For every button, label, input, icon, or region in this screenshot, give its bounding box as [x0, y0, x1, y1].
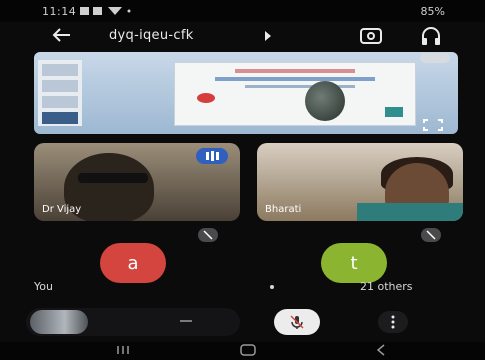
audio-level-icon: [196, 148, 228, 164]
muted-mic-icon: [421, 228, 441, 242]
slide-thumbnails: [38, 60, 82, 126]
participant-tile[interactable]: Bharati: [257, 143, 463, 221]
meeting-app-bar: dyq-iqeu-cfk: [0, 22, 485, 50]
switch-camera-icon[interactable]: [360, 26, 382, 44]
avatar-others: t: [321, 243, 387, 283]
self-view-preview[interactable]: [26, 308, 240, 336]
headphones-icon[interactable]: [420, 26, 442, 46]
battery-percent: 85%: [420, 5, 445, 18]
notification-icons: [80, 7, 131, 15]
status-time: 11:14: [42, 5, 77, 18]
nav-back-icon[interactable]: [376, 344, 386, 356]
system-nav-bar: [0, 342, 485, 360]
dot-icon: [270, 285, 274, 289]
back-arrow-icon[interactable]: [52, 27, 72, 43]
muted-mic-icon: [198, 228, 218, 242]
others-count[interactable]: 21 others: [360, 280, 413, 293]
chevron-right-icon[interactable]: [264, 31, 272, 41]
presentation-share[interactable]: [34, 52, 458, 134]
self-label: You: [34, 280, 53, 293]
home-icon[interactable]: [240, 344, 256, 356]
fullscreen-icon[interactable]: [422, 118, 444, 132]
more-icon[interactable]: [420, 53, 450, 63]
minimize-icon[interactable]: [176, 315, 196, 327]
avatar-you: a: [100, 243, 166, 283]
status-bar: 11:14 85%: [0, 0, 485, 22]
participant-name: Dr Vijay: [42, 204, 82, 215]
recents-icon[interactable]: [116, 345, 130, 355]
mic-toggle-button[interactable]: [274, 309, 320, 335]
more-vert-icon: [391, 315, 395, 329]
mic-off-icon: [290, 315, 304, 329]
meeting-code[interactable]: dyq-iqeu-cfk: [109, 28, 194, 43]
more-options-button[interactable]: [378, 311, 408, 333]
participant-name: Bharati: [265, 204, 302, 215]
self-video: [30, 310, 88, 334]
presentation-slide: [174, 62, 416, 126]
